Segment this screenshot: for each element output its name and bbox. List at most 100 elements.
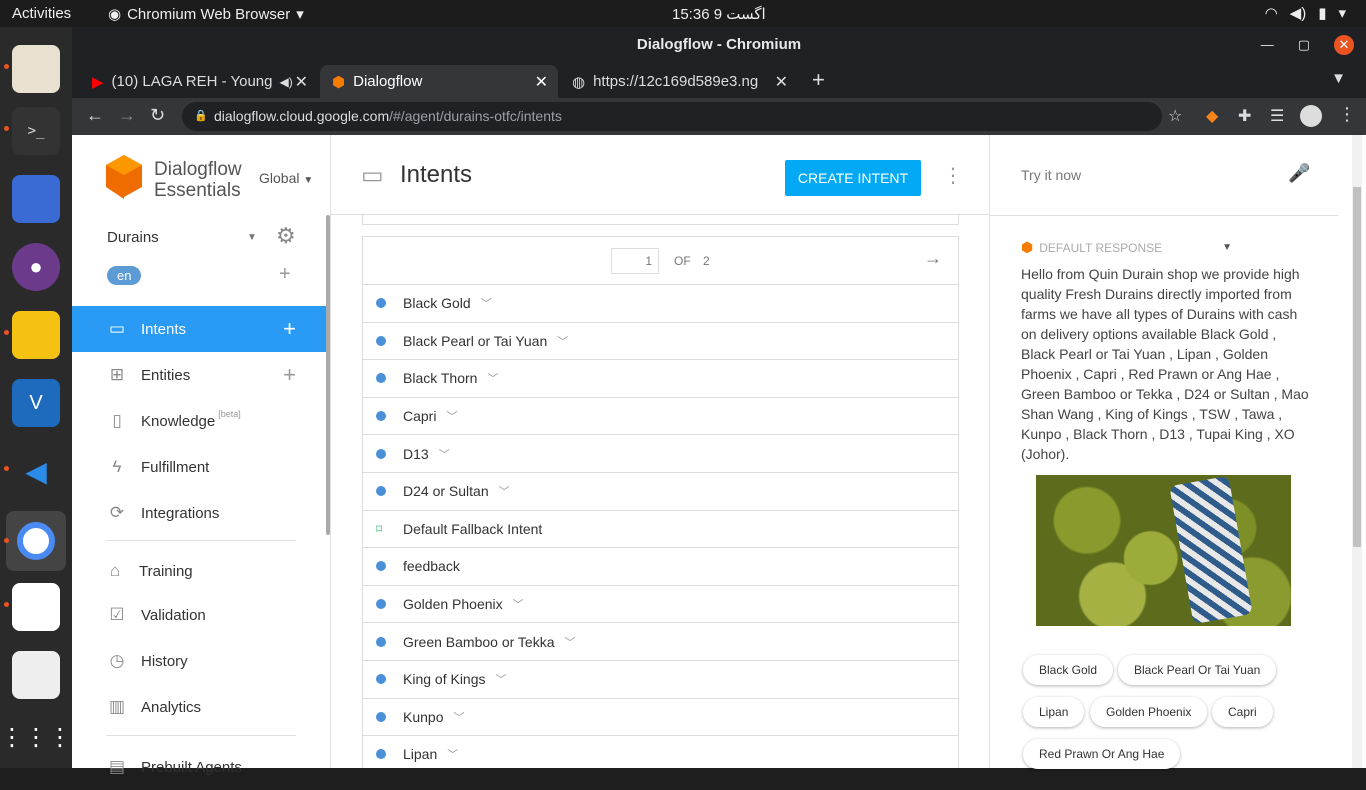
nav-prebuilt-agents[interactable]: ▤ Prebuilt Agents	[72, 744, 326, 790]
terminal-icon[interactable]: >_	[12, 107, 60, 155]
next-page-icon[interactable]: →	[924, 248, 942, 269]
chevron-down-icon[interactable]: ﹀	[446, 408, 457, 424]
profile-avatar[interactable]	[1300, 105, 1322, 127]
nav-knowledge[interactable]: ▯ Knowledge [beta]	[72, 398, 326, 444]
menu-icon[interactable]: ⋮	[1338, 104, 1356, 125]
close-tab-icon[interactable]: ✕	[775, 72, 788, 92]
system-tray[interactable]: ◠ ◀) ▮ ▾	[1265, 4, 1346, 22]
chip[interactable]: Lipan	[1023, 697, 1085, 727]
more-options-icon[interactable]: ⋮	[943, 163, 963, 188]
chip[interactable]: Black Pearl Or Tai Yuan	[1118, 655, 1277, 685]
activities-button[interactable]: Activities	[12, 5, 71, 22]
nav-label: Analytics	[141, 698, 202, 716]
nav-integrations[interactable]: ⟳ Integrations	[72, 490, 326, 536]
close-tab-icon[interactable]: ✕	[295, 72, 308, 92]
chevron-down-icon[interactable]: ﹀	[439, 446, 450, 462]
forward-button[interactable]: →	[118, 105, 136, 126]
tab-search-icon[interactable]: ▼	[1331, 70, 1346, 87]
intent-row[interactable]: Lipan ﹀	[363, 736, 958, 768]
show-apps-icon[interactable]: ⋮⋮⋮	[0, 713, 72, 761]
nav-analytics[interactable]: ▥ Analytics	[72, 684, 326, 730]
address-bar[interactable]: 🔒 dialogflow.cloud.google.com/#/agent/du…	[182, 102, 1162, 131]
chevron-down-icon[interactable]: ﹀	[453, 709, 464, 725]
language-badge[interactable]: en	[107, 266, 142, 285]
media-control-icon[interactable]: ☰	[1270, 106, 1284, 126]
nav-validation[interactable]: ☑ Validation	[72, 592, 326, 638]
chromium-dock-icon[interactable]	[6, 511, 66, 571]
intent-row[interactable]: Green Bamboo or Tekka ﹀	[363, 623, 958, 661]
chip[interactable]: Black Gold	[1023, 655, 1114, 685]
chevron-down-icon[interactable]: ﹀	[499, 483, 510, 499]
screenshot-icon[interactable]	[12, 175, 60, 223]
intent-dot-icon	[376, 298, 386, 309]
clock[interactable]: 15:36 اگست 9	[672, 5, 766, 23]
app-menu[interactable]: ◉ Chromium Web Browser ▾	[108, 5, 304, 24]
chevron-down-icon[interactable]: ﹀	[557, 333, 568, 349]
caret-down-icon[interactable]: ▼	[1222, 242, 1232, 253]
tab-dialogflow[interactable]: ⬢ Dialogflow ✕	[320, 65, 558, 98]
chip[interactable]: Red Prawn Or Ang Hae	[1023, 739, 1181, 769]
new-tab-button[interactable]: +	[812, 67, 825, 93]
intent-row[interactable]: Capri ﹀	[363, 398, 958, 436]
intent-row[interactable]: feedback	[363, 548, 958, 586]
sidebar-scrollbar[interactable]	[326, 215, 330, 535]
files-icon[interactable]	[12, 45, 60, 93]
calculator-icon[interactable]	[12, 311, 60, 359]
add-intent-icon[interactable]: +	[283, 316, 296, 342]
extensions-icon[interactable]: ✚	[1238, 106, 1251, 126]
github-icon[interactable]: ●	[12, 243, 60, 291]
add-entity-icon[interactable]: +	[283, 362, 296, 388]
minimize-icon[interactable]: —	[1261, 27, 1274, 63]
create-intent-button[interactable]: CREATE INTENT	[785, 160, 921, 196]
nav-fulfillment[interactable]: ϟ Fulfillment	[72, 444, 326, 490]
tab-youtube[interactable]: ▶ (10) LAGA REH - Young ◀) ✕	[80, 65, 318, 98]
close-window-button[interactable]: ✕	[1334, 35, 1354, 55]
chip[interactable]: Capri	[1212, 697, 1273, 727]
intent-row[interactable]: Black Gold ﹀	[363, 285, 958, 323]
chevron-down-icon[interactable]: ﹀	[481, 295, 492, 311]
reload-button[interactable]: ↻	[150, 105, 165, 126]
audio-icon[interactable]: ◀)	[280, 75, 293, 89]
agent-selector[interactable]: Durains	[107, 229, 159, 246]
nav-history[interactable]: ◷ History	[72, 638, 326, 684]
tab-ngrok[interactable]: ◍ https://12c169d589e3.ng ✕	[560, 65, 798, 98]
intent-row[interactable]: Black Thorn ﹀	[363, 360, 958, 398]
vnc-icon[interactable]: V	[12, 379, 60, 427]
scrollbar-thumb[interactable]	[1353, 187, 1361, 547]
nav-intents[interactable]: ▭ Intents +	[72, 306, 326, 352]
region-selector[interactable]: Global ▼	[259, 170, 313, 186]
writer-icon[interactable]	[12, 583, 60, 631]
chip[interactable]: Golden Phoenix	[1090, 697, 1208, 727]
intent-row[interactable]: King of Kings ﹀	[363, 661, 958, 699]
running-indicator	[4, 330, 9, 335]
close-tab-icon[interactable]: ✕	[535, 72, 548, 92]
chat-icon: ▭	[108, 319, 126, 338]
intent-row[interactable]: D24 or Sultan ﹀	[363, 473, 958, 511]
chevron-down-icon[interactable]: ﹀	[496, 671, 507, 687]
settings-gear-icon[interactable]: ⚙	[276, 223, 296, 249]
back-button[interactable]: ←	[86, 105, 104, 126]
intent-row[interactable]: D13 ﹀	[363, 435, 958, 473]
metamask-icon[interactable]: ◆	[1206, 106, 1218, 126]
intent-row[interactable]: Golden Phoenix ﹀	[363, 586, 958, 624]
chevron-down-icon[interactable]: ﹀	[565, 634, 576, 650]
agent-dropdown-icon[interactable]: ▼	[247, 232, 257, 243]
page-scrollbar[interactable]	[1352, 135, 1362, 768]
page-input[interactable]: 1	[611, 248, 659, 274]
nav-training[interactable]: ⌂ Training	[72, 548, 326, 594]
chevron-down-icon[interactable]: ﹀	[447, 746, 458, 762]
nav-entities[interactable]: ⊞ Entities +	[72, 352, 326, 398]
intent-row[interactable]: ⌑ Default Fallback Intent	[363, 511, 958, 549]
vscode-icon[interactable]: ◀	[12, 447, 60, 495]
document-viewer-icon[interactable]	[12, 651, 60, 699]
add-language-icon[interactable]: +	[279, 263, 291, 286]
intent-row[interactable]: Black Pearl or Tai Yuan ﹀	[363, 323, 958, 361]
microphone-icon[interactable]: 🎤	[1288, 163, 1310, 184]
chevron-down-icon[interactable]: ﹀	[487, 370, 498, 386]
maximize-icon[interactable]: ▢	[1298, 27, 1310, 63]
intent-dot-icon	[376, 448, 386, 459]
intent-row[interactable]: Kunpo ﹀	[363, 699, 958, 737]
try-it-now-input[interactable]: Try it now	[1021, 167, 1081, 183]
bookmark-star-icon[interactable]: ☆	[1168, 106, 1182, 126]
chevron-down-icon[interactable]: ﹀	[513, 596, 524, 612]
